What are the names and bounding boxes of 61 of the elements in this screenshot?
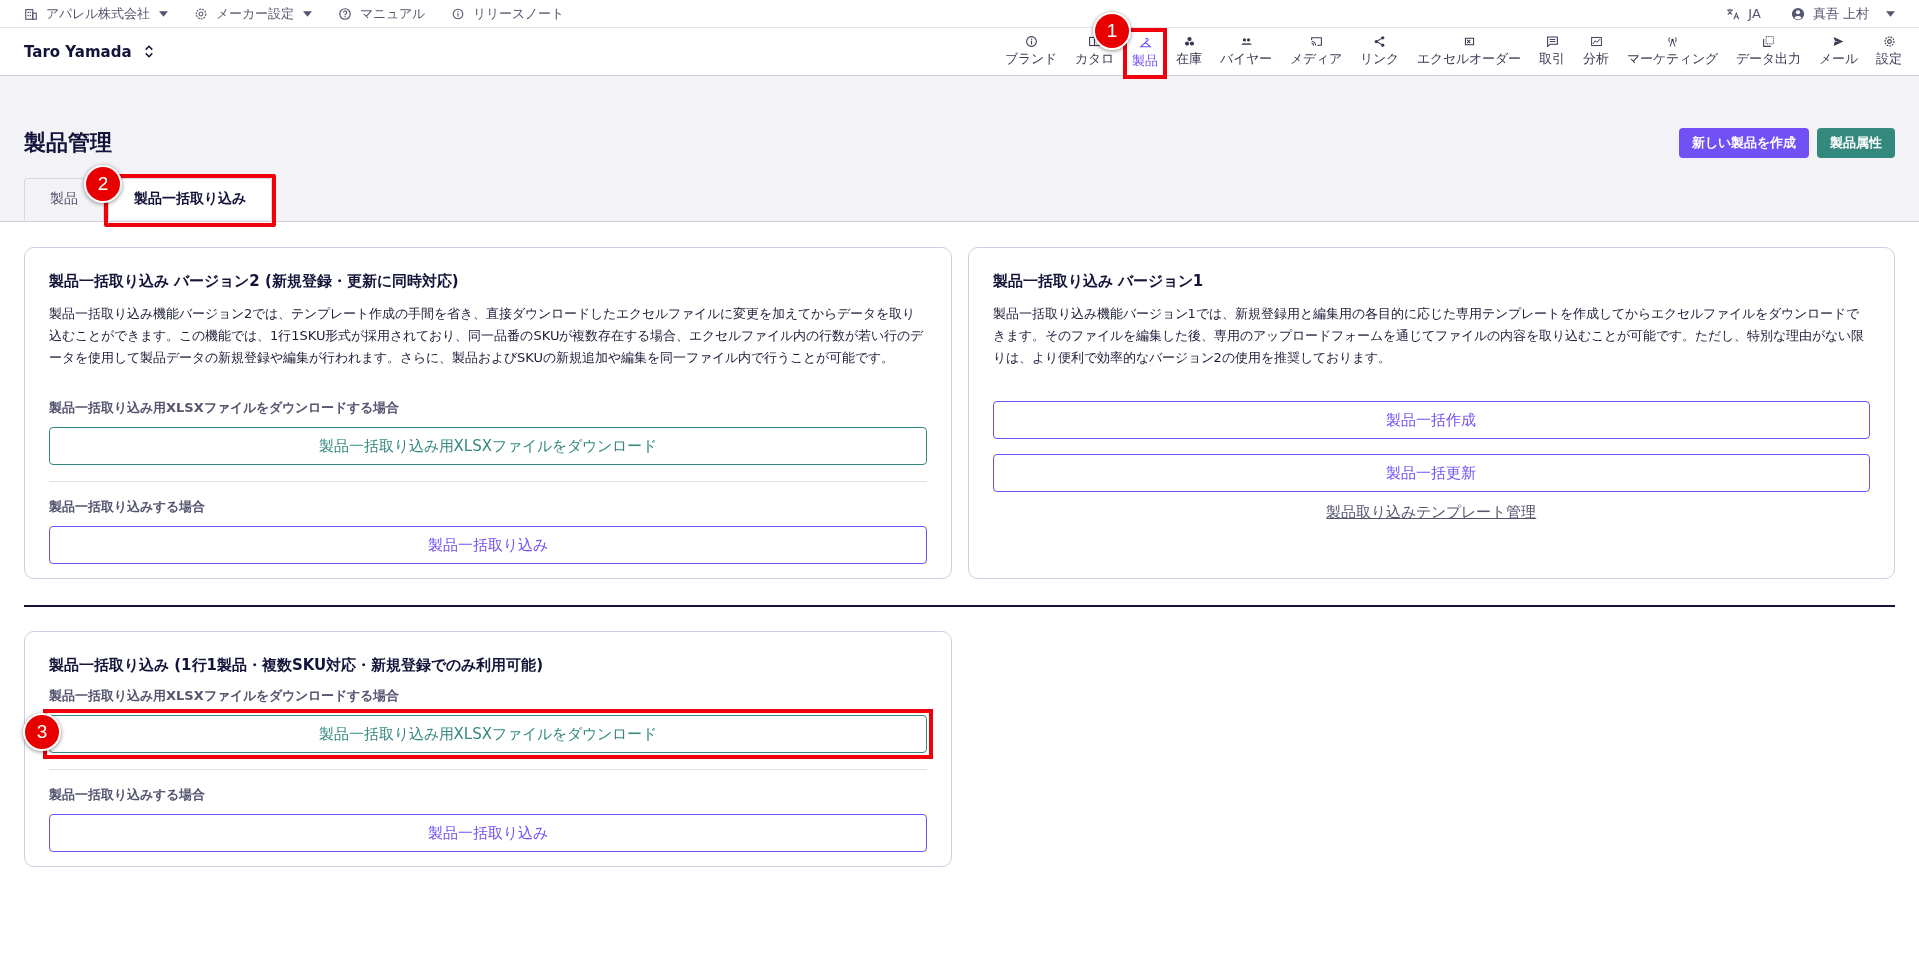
step-number-tooltip: 2 bbox=[84, 165, 122, 203]
nav-item[interactable]: 設定 bbox=[1867, 28, 1911, 75]
sort-icon[interactable] bbox=[143, 44, 154, 59]
action-button[interactable]: 新しい製品を作成 bbox=[1679, 128, 1809, 158]
chart-icon bbox=[1589, 35, 1603, 48]
top-menu-link[interactable]: マニュアル bbox=[360, 4, 425, 23]
wide-button[interactable]: 製品一括取り込み用XLSXファイルをダウンロード bbox=[49, 715, 927, 753]
cast-icon bbox=[1309, 35, 1323, 48]
top-menu-link[interactable]: メーカー設定 bbox=[216, 4, 294, 23]
hanger-icon bbox=[1138, 37, 1152, 50]
step-number-tooltip: 3 bbox=[23, 713, 61, 751]
nav-item[interactable]: 取引 bbox=[1530, 28, 1574, 75]
language-label[interactable]: JA bbox=[1748, 6, 1761, 21]
top-menu-link[interactable]: リリースノート bbox=[473, 4, 564, 23]
info-icon bbox=[451, 6, 465, 21]
section-label: 製品一括取り込みする場合 bbox=[49, 786, 206, 804]
card-title: 製品一括取り込み (1行1製品・複数SKU対応・新規登録でのみ利用可能) bbox=[49, 656, 545, 675]
nav-item[interactable]: ブランド bbox=[996, 28, 1066, 75]
share-icon bbox=[1373, 35, 1386, 48]
template-link[interactable]: 製品取り込みテンプレート管理 bbox=[1326, 503, 1537, 522]
user-name[interactable]: 真吾 上村 bbox=[1812, 4, 1869, 23]
wide-button[interactable]: 製品一括更新 bbox=[992, 454, 1870, 492]
nav-item[interactable]: メール bbox=[1810, 28, 1867, 75]
card-title: 製品一括取り込み バージョン2 (新規登録・更新に同時対応) bbox=[49, 272, 460, 291]
nav-item[interactable]: 在庫 bbox=[1167, 28, 1211, 75]
section-label: 製品一括取り込み用XLSXファイルをダウンロードする場合 bbox=[49, 687, 400, 705]
wide-button[interactable]: 製品一括取り込み bbox=[49, 814, 927, 852]
nav-item[interactable]: 分析 bbox=[1574, 28, 1618, 75]
antenna-icon bbox=[1666, 35, 1679, 48]
top-menu-link[interactable]: アパレル株式会社 bbox=[46, 4, 150, 23]
wide-button[interactable]: 製品一括取り込み用XLSXファイルをダウンロード bbox=[49, 427, 927, 465]
info-icon bbox=[1024, 35, 1038, 48]
nav-item[interactable]: データ出力 bbox=[1727, 28, 1810, 75]
send-icon bbox=[1832, 35, 1845, 48]
help-icon bbox=[338, 6, 352, 21]
nav-item[interactable]: バイヤー bbox=[1211, 28, 1281, 75]
account-name[interactable]: Taro Yamada bbox=[24, 42, 132, 61]
card-description: 製品一括取り込み機能バージョン1では、新規登録用と編集用の各目的に応じた専用テンプレートを作成してからエクセルファイルをダウンロードできます。そのファイルを編集した後、専用のアップロードフォームを通じてファイルの内容を取り込むことが可能です。ただし、特別な理由がない限りは、より便利で効率的なバージョン2の使用を推奨しております。 bbox=[992, 305, 1865, 367]
page-title: 製品管理 bbox=[24, 129, 112, 157]
wide-button[interactable]: 製品一括取り込み bbox=[49, 526, 927, 564]
settings-icon bbox=[194, 6, 208, 21]
building-icon bbox=[24, 6, 38, 21]
card-title: 製品一括取り込み バージョン1 bbox=[992, 272, 1205, 291]
card-description: 製品一括取り込み機能バージョン2では、テンプレート作成の手間を省き、直接ダウンロードしたエクセルファイルに変更を加えてからデータを取り込むことができます。この機能では、1行1SKU形式が採用されており、同一品番のSKUが複数存在する場合、エクセルファイル内の行数が若い行のデータを使用して製品データの新規登録や編集が行われます。さらに、製品およびSKUの新規追加や編集を同一ファイル内で行うことが可能です。 bbox=[49, 305, 925, 367]
section-label: 製品一括取り込みする場合 bbox=[49, 498, 206, 516]
nav-item[interactable]: エクセルオーダー bbox=[1408, 28, 1530, 75]
section-label: 製品一括取り込み用XLSXファイルをダウンロードする場合 bbox=[49, 399, 400, 417]
settings-icon bbox=[1882, 35, 1896, 48]
nav-item[interactable]: リンク bbox=[1351, 28, 1408, 75]
step-number-tooltip: 1 bbox=[1093, 12, 1131, 50]
nav-item[interactable]: マーケティング bbox=[1618, 28, 1727, 75]
nav-item[interactable]: メディア bbox=[1281, 28, 1351, 75]
chat-icon bbox=[1545, 35, 1559, 48]
people-icon bbox=[1239, 35, 1253, 48]
user-icon bbox=[1790, 6, 1805, 21]
copy-icon bbox=[1762, 35, 1775, 48]
translate-icon bbox=[1726, 6, 1741, 21]
action-button[interactable]: 製品属性 bbox=[1817, 128, 1895, 158]
boxes-icon bbox=[1182, 35, 1196, 48]
wide-button[interactable]: 製品一括作成 bbox=[992, 401, 1870, 439]
tab[interactable]: 製品一括取り込み bbox=[108, 178, 272, 220]
